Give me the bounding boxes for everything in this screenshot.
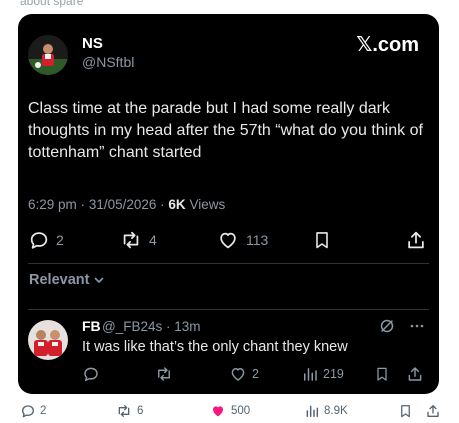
reply-sort-label: Relevant bbox=[29, 272, 90, 288]
author-handle[interactable]: @NSftbl bbox=[82, 54, 134, 70]
like-button[interactable]: 113 bbox=[216, 227, 268, 253]
heart-filled-icon bbox=[213, 406, 223, 417]
author-name[interactable]: NS bbox=[82, 35, 103, 52]
repost-icon bbox=[118, 405, 130, 417]
bookmark-icon bbox=[377, 367, 387, 381]
x-com-watermark: 𝕏.com bbox=[356, 34, 419, 56]
tweet-actions: 2 4 113 bbox=[18, 227, 439, 253]
reply-icon bbox=[22, 405, 34, 418]
like-count: 113 bbox=[246, 232, 269, 248]
reply-author-meta: @_FB24s · 13m bbox=[102, 319, 201, 334]
post-repost-count: 6 bbox=[137, 405, 144, 417]
share-icon bbox=[427, 405, 439, 417]
reply-top-icons bbox=[379, 318, 425, 334]
reply-time[interactable]: 13m bbox=[174, 319, 200, 334]
share-icon bbox=[408, 367, 422, 381]
bookmark-icon bbox=[316, 232, 328, 249]
reply-icon bbox=[84, 367, 98, 382]
share-icon bbox=[408, 231, 424, 249]
reply-share-button[interactable] bbox=[406, 363, 424, 385]
reply-author-name[interactable]: FB bbox=[82, 318, 101, 334]
post-reply-count: 2 bbox=[40, 405, 47, 417]
post-actions: 2 6 500 8.9K bbox=[0, 400, 459, 422]
heart-icon bbox=[220, 232, 236, 249]
reply-like-count: 2 bbox=[252, 367, 259, 381]
reply-bookmark-button[interactable] bbox=[374, 363, 390, 385]
reply-like-button[interactable]: 2 bbox=[228, 363, 259, 385]
reply-button[interactable]: 2 bbox=[28, 227, 64, 253]
meta-separator: · bbox=[166, 319, 171, 334]
chevron-down-icon bbox=[95, 277, 104, 283]
reply-views-button[interactable]: 219 bbox=[301, 363, 344, 385]
reply-sort-dropdown[interactable]: Relevant bbox=[29, 272, 105, 288]
bookmark-icon bbox=[401, 405, 410, 418]
views-chart-icon bbox=[304, 368, 317, 381]
post-views-count: 8.9K bbox=[324, 405, 348, 417]
divider bbox=[28, 263, 429, 264]
reply-author-handle[interactable]: @_FB24s bbox=[102, 319, 162, 334]
tweet-time[interactable]: 6:29 pm bbox=[28, 197, 77, 212]
reply-views-count: 219 bbox=[323, 367, 344, 381]
more-options-icon[interactable] bbox=[409, 318, 425, 334]
post-repost-button[interactable]: 6 bbox=[115, 400, 143, 422]
repost-button[interactable]: 4 bbox=[119, 227, 157, 253]
reply-author-avatar[interactable] bbox=[28, 320, 68, 360]
repost-count: 4 bbox=[149, 232, 157, 248]
tweet-meta: 6:29 pm · 31/05/2026 · 6K Views bbox=[28, 197, 225, 212]
post-reply-button[interactable]: 2 bbox=[20, 400, 46, 422]
post-views-button[interactable]: 8.9K bbox=[304, 400, 348, 422]
views-chart-icon bbox=[306, 405, 319, 418]
repost-icon bbox=[123, 231, 139, 249]
repost-icon bbox=[158, 367, 170, 381]
post-share-button[interactable] bbox=[425, 400, 441, 422]
reply-reply-button[interactable] bbox=[82, 363, 104, 385]
divider bbox=[28, 309, 429, 310]
cut-off-text: about spare bbox=[20, 0, 84, 8]
post-bookmark-button[interactable] bbox=[398, 400, 413, 422]
reply-repost-button[interactable] bbox=[154, 363, 178, 385]
tweet-text: Class time at the parade but I had some … bbox=[28, 100, 423, 161]
meta-separator: · bbox=[160, 197, 165, 212]
share-button[interactable] bbox=[405, 227, 427, 253]
meta-separator: · bbox=[80, 197, 86, 212]
tweet-date[interactable]: 31/05/2026 bbox=[89, 197, 157, 212]
reply-icon bbox=[30, 232, 48, 249]
heart-icon bbox=[231, 368, 245, 381]
grok-icon[interactable] bbox=[379, 318, 395, 334]
reply-count: 2 bbox=[56, 232, 64, 248]
reply-actions: 2 219 bbox=[18, 363, 439, 385]
post-like-count: 500 bbox=[231, 405, 251, 417]
reply-text: It was like that’s the only chant they k… bbox=[82, 339, 348, 355]
tweet-screenshot-card: NS @NSftbl 𝕏.com Class time at the parad… bbox=[18, 14, 439, 394]
author-avatar[interactable] bbox=[28, 35, 68, 75]
views-count: 6K bbox=[168, 197, 186, 212]
views-label: Views bbox=[189, 197, 226, 212]
post-like-button[interactable]: 500 bbox=[209, 400, 250, 422]
bookmark-button[interactable] bbox=[312, 227, 332, 253]
